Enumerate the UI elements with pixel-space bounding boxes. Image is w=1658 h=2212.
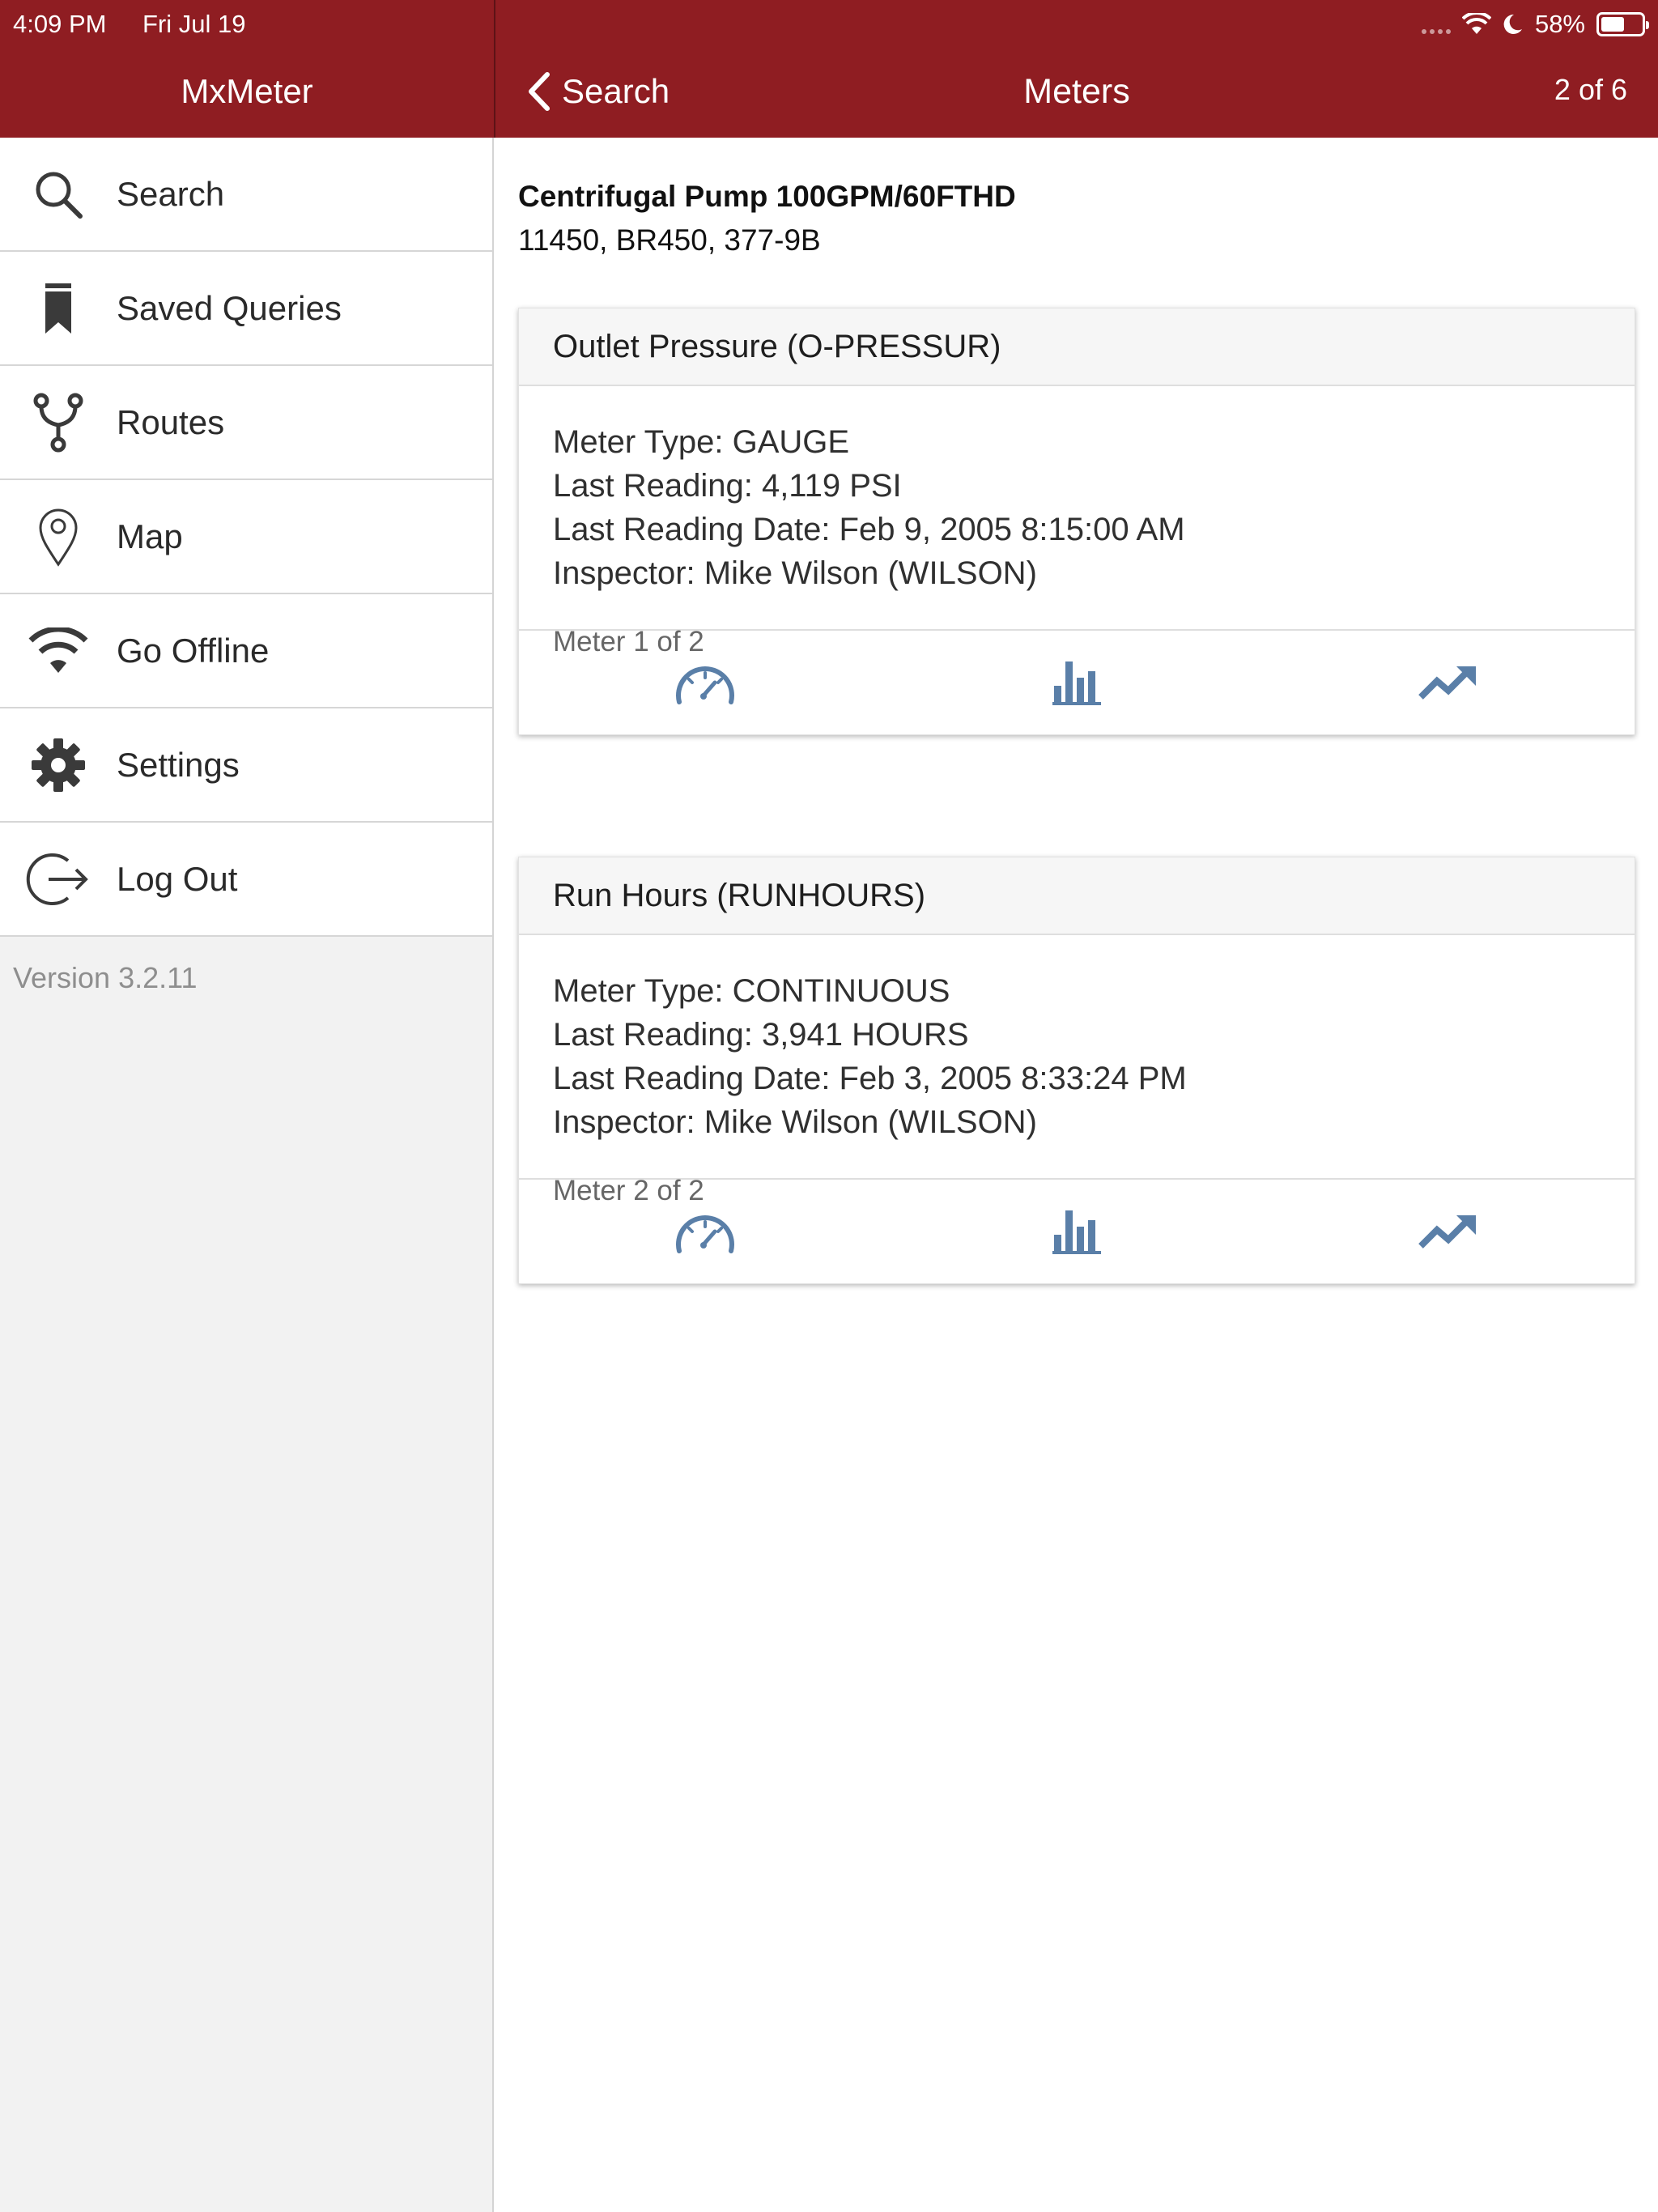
chevron-left-icon (529, 72, 550, 111)
sidebar-item-label: Search (117, 174, 225, 213)
meter-card: Outlet Pressure (O-PRESSUR) Meter Type: … (518, 308, 1635, 735)
meter-name: Outlet Pressure (O-PRESSUR) (519, 308, 1635, 386)
meter-details: Meter Type: GAUGE Last Reading: 4,119 PS… (519, 386, 1635, 657)
meter-inspector: Inspector: Mike Wilson (WILSON) (553, 555, 1037, 591)
meter-type: Meter Type: GAUGE (553, 424, 850, 460)
sidebar-item-label: Routes (117, 402, 225, 441)
header-bar: 4:09 PM Fri Jul 19 58% MxMeter Search Me… (0, 0, 1658, 138)
bar-chart-icon (1052, 1210, 1101, 1254)
meter-last-reading-date: Last Reading Date: Feb 9, 2005 8:15:00 A… (553, 512, 1185, 547)
record-pager: 2 of 6 (1554, 73, 1627, 106)
sidebar-item-map[interactable]: Map (0, 480, 492, 594)
wifi-status-icon (1461, 13, 1491, 34)
meter-actions (519, 1178, 1635, 1283)
battery-icon (1596, 12, 1649, 36)
sidebar-item-saved-queries[interactable]: Saved Queries (0, 252, 492, 366)
reading-history-button[interactable] (891, 631, 1262, 734)
meter-last-reading: Last Reading: 4,119 PSI (553, 468, 902, 504)
asset-title: Centrifugal Pump 100GPM/60FTHD (518, 180, 1016, 213)
wifi-icon (0, 627, 117, 674)
status-indicators: 58% (1421, 6, 1649, 42)
reading-history-button[interactable] (891, 1180, 1262, 1283)
back-button-label: Search (562, 72, 670, 110)
sidebar-item-log-out[interactable]: Log Out (0, 823, 492, 937)
meter-actions (519, 629, 1635, 734)
asset-subtitle: 11450, BR450, 377-9B (518, 223, 821, 257)
routes-icon (0, 393, 117, 453)
bar-chart-icon (1052, 661, 1101, 705)
meter-last-reading-date: Last Reading Date: Feb 3, 2005 8:33:24 P… (553, 1061, 1187, 1096)
app-window: 4:09 PM Fri Jul 19 58% MxMeter Search Me… (0, 0, 1658, 2212)
meter-type: Meter Type: CONTINUOUS (553, 973, 950, 1009)
reading-trend-button[interactable] (1263, 631, 1635, 734)
cellular-signal-icon (1421, 15, 1451, 34)
reading-trend-button[interactable] (1263, 1180, 1635, 1283)
meter-card: Run Hours (RUNHOURS) Meter Type: CONTINU… (518, 857, 1635, 1284)
sidebar-item-search[interactable]: Search (0, 138, 492, 252)
map-pin-icon (0, 507, 117, 567)
trend-icon (1418, 1215, 1477, 1249)
meter-last-reading: Last Reading: 3,941 HOURS (553, 1017, 969, 1053)
status-date: Fri Jul 19 (142, 10, 246, 38)
logout-icon (0, 849, 117, 909)
sidebar-item-label: Go Offline (117, 631, 270, 670)
gauge-icon (675, 1214, 734, 1253)
meters-panel: Centrifugal Pump 100GPM/60FTHD 11450, BR… (495, 138, 1658, 2212)
app-version: Version 3.2.11 (13, 961, 198, 994)
meter-name: Run Hours (RUNHOURS) (519, 857, 1635, 935)
sidebar: Search Saved Queries Routes Map Go Offli… (0, 138, 494, 2212)
sidebar-item-label: Saved Queries (117, 288, 342, 327)
sidebar-item-label: Settings (117, 745, 240, 784)
search-icon (0, 166, 117, 223)
do-not-disturb-icon (1503, 14, 1522, 34)
header-divider (494, 0, 495, 138)
gauge-icon (675, 666, 734, 704)
sidebar-item-label: Map (117, 517, 183, 555)
meter-details: Meter Type: CONTINUOUS Last Reading: 3,9… (519, 935, 1635, 1206)
meter-inspector: Inspector: Mike Wilson (WILSON) (553, 1104, 1037, 1140)
trend-icon (1418, 666, 1477, 700)
status-time: 4:09 PM (13, 10, 107, 38)
back-button[interactable]: Search (526, 63, 670, 120)
sidebar-item-go-offline[interactable]: Go Offline (0, 594, 492, 708)
enter-reading-button[interactable] (519, 1180, 891, 1283)
page-title: Meters (1023, 72, 1130, 111)
enter-reading-button[interactable] (519, 631, 891, 734)
battery-percent: 58% (1534, 10, 1585, 38)
sidebar-item-routes[interactable]: Routes (0, 366, 492, 480)
gear-icon (0, 737, 117, 793)
bookmark-icon (0, 282, 117, 335)
app-title: MxMeter (181, 72, 313, 110)
sidebar-item-settings[interactable]: Settings (0, 708, 492, 823)
sidebar-item-label: Log Out (117, 859, 238, 898)
